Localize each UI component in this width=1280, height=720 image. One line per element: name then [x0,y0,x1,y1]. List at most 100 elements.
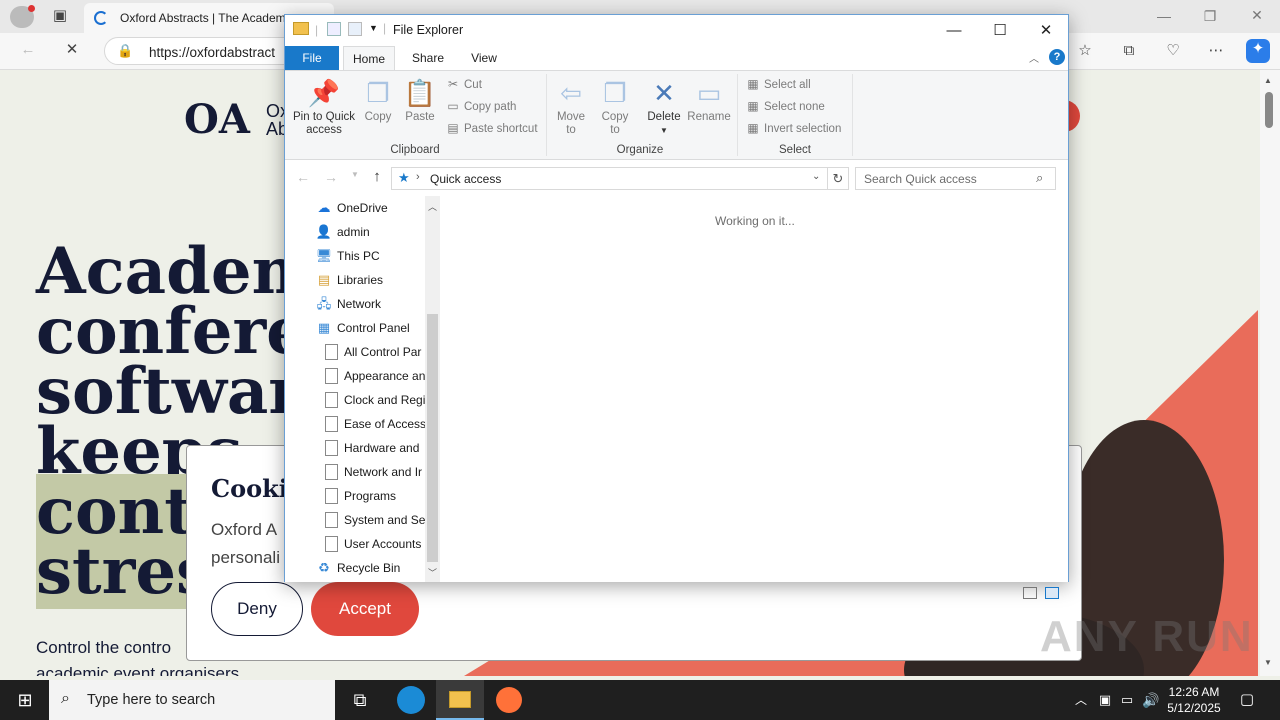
more-icon[interactable]: ⋯ [1205,41,1227,61]
url-field[interactable]: 🔒 https://oxfordabstract [104,37,304,65]
nav-item-onedrive[interactable]: ☁ OneDrive [315,196,388,220]
delete-dropdown-icon: ▼ [660,126,668,135]
nav-item-control-panel[interactable]: ▦ Control Panel [315,316,410,340]
nav-item-label: Network [337,297,382,311]
explorer-forward-icon[interactable]: → [321,169,341,185]
tab-title: Oxford Abstracts | The Academ [120,11,286,25]
browser-minimize-icon[interactable]: — [1154,8,1174,24]
page-scroll-thumb[interactable] [1265,92,1273,128]
tab-home[interactable]: Home [343,46,395,70]
explorer-back-icon[interactable]: ← [293,169,313,185]
tab-share[interactable]: Share [403,46,453,70]
copy-button[interactable]: ❐ Copy [361,77,395,124]
help-icon[interactable]: ? [1049,49,1065,65]
ribbon-collapse-icon[interactable]: ︿ [1029,50,1039,65]
nav-item-control-panel-child[interactable]: Hardware and [325,436,425,460]
nav-item-control-panel-child[interactable]: All Control Par [325,340,425,364]
rename-button[interactable]: ▭ Rename [687,77,731,124]
qat-dropdown-icon[interactable]: ▼ [369,23,378,33]
explorer-close-button[interactable]: ✕ [1023,19,1069,43]
nav-item-control-panel-child[interactable]: Ease of Access [325,412,425,436]
taskbar-search-icon: ⌕ [61,690,70,707]
taskbar-search-box[interactable]: ⌕ Type here to search [49,680,335,720]
nav-item-control-panel-child[interactable]: Network and Ir [325,460,425,484]
nav-item-libraries[interactable]: ▤ Libraries [315,268,383,292]
pin-to-quick-access-button[interactable]: 📌 Pin to Quick access [289,77,359,137]
nav-pane-scrollbar[interactable]: ︿ ﹀ [425,196,440,582]
details-view-button[interactable] [1023,587,1037,599]
explorer-minimize-button[interactable]: — [931,19,977,43]
paste-shortcut-button[interactable]: ▤ Paste shortcut [445,121,537,135]
browser-restore-icon[interactable]: ❐ [1200,8,1220,25]
move-to-label-2: to [566,124,576,136]
notifications-icon[interactable]: ▢ [1234,688,1260,712]
stop-loading-icon[interactable]: ✕ [62,40,82,60]
move-to-button[interactable]: ⇦ Move to [551,77,591,137]
new-folder-icon[interactable] [348,22,362,36]
tab-view[interactable]: View [459,46,509,70]
nav-item-recycle-bin[interactable]: ♻ Recycle Bin [315,556,400,580]
content-pane: Working on it... [440,196,1068,582]
nav-item-control-panel-child[interactable]: Programs [325,484,425,508]
delete-button[interactable]: ✕ Delete ▼ [643,77,685,137]
cookie-accept-button[interactable]: Accept [311,582,419,636]
nav-item-network[interactable]: 🖧 Network [315,292,381,316]
cookie-body-line-2: personali [211,548,280,567]
copy-to-icon: ❐ [603,78,627,108]
copilot-icon[interactable]: ✦ [1246,39,1270,63]
back-icon[interactable]: ← [18,40,38,60]
nav-item-label: Recycle Bin [337,561,401,575]
volume-icon[interactable]: 🔊 [1138,688,1164,712]
search-icon: ⌕ [1036,170,1044,185]
favorites-icon[interactable]: ☆ [1074,41,1096,61]
explorer-search-input[interactable]: Search Quick access ⌕ [855,167,1056,190]
cookie-deny-button[interactable]: Deny [211,582,303,636]
explorer-taskbar-button[interactable] [436,680,484,720]
nav-item-label: Libraries [337,273,384,287]
large-icons-view-button[interactable] [1045,587,1059,599]
nav-scroll-up-icon[interactable]: ︿ [428,200,437,213]
paste-button[interactable]: 📋 Paste [401,77,439,124]
nav-item-label: Appearance an [344,369,425,383]
tab-file[interactable]: File [285,46,339,70]
nav-item-this-pc[interactable]: 🖥 This PC [315,244,380,268]
collections-icon[interactable]: ⧉ [1118,41,1140,61]
site-logo-mark[interactable]: OA [184,96,250,143]
hidden-icons-chevron-icon[interactable]: ︿ [1068,688,1094,712]
invert-selection-button[interactable]: ▦ Invert selection [745,121,841,135]
nav-scroll-down-icon[interactable]: ﹀ [428,566,437,579]
nav-item-admin[interactable]: 👤 admin [315,220,370,244]
copy-to-button[interactable]: ❐ Copy to [595,77,635,137]
nav-item-control-panel-child[interactable]: User Accounts [325,532,425,556]
rename-icon: ▭ [696,78,722,108]
task-view-icon[interactable]: ⧉ [347,688,373,712]
address-field[interactable]: ★ › Quick access ⌄ [391,167,828,190]
copy-path-button[interactable]: ▭ Copy path [445,99,516,113]
cut-button[interactable]: ✂ Cut [445,77,482,91]
properties-icon[interactable] [327,22,341,36]
up-icon[interactable]: ↑ [367,168,387,185]
firefox-taskbar-icon[interactable] [496,687,522,713]
clock[interactable]: 12:26 AM 5/12/2025 [1166,684,1222,716]
network-tray-icon[interactable]: ▭ [1114,688,1140,712]
nav-item-control-panel-child[interactable]: System and Sec [325,508,425,532]
edge-taskbar-icon[interactable] [397,686,425,714]
address-dropdown-icon[interactable]: ⌄ [812,171,820,182]
page-icon [325,439,338,456]
scroll-down-icon[interactable]: ▼ [1264,658,1272,667]
select-all-button[interactable]: ▦ Select all [745,77,810,91]
recent-locations-icon[interactable]: ▼ [345,170,365,179]
browser-close-icon[interactable]: ✕ [1247,7,1267,24]
page-scrollbar[interactable]: ▲ ▼ [1260,70,1280,676]
nav-item-control-panel-child[interactable]: Clock and Regi [325,388,425,412]
nav-scroll-thumb[interactable] [427,314,438,562]
paste-icon: 📋 [403,78,437,108]
refresh-icon[interactable]: ↻ [828,167,849,190]
select-none-button[interactable]: ▦ Select none [745,99,824,113]
windows-start-icon[interactable]: ⊞ [12,688,38,712]
scroll-up-icon[interactable]: ▲ [1264,76,1272,85]
performance-icon[interactable]: ♡ [1162,41,1184,61]
nav-item-control-panel-child[interactable]: Appearance an [325,364,425,388]
tab-actions-icon[interactable]: ▣ [50,6,70,26]
explorer-maximize-button[interactable]: ☐ [977,19,1023,43]
